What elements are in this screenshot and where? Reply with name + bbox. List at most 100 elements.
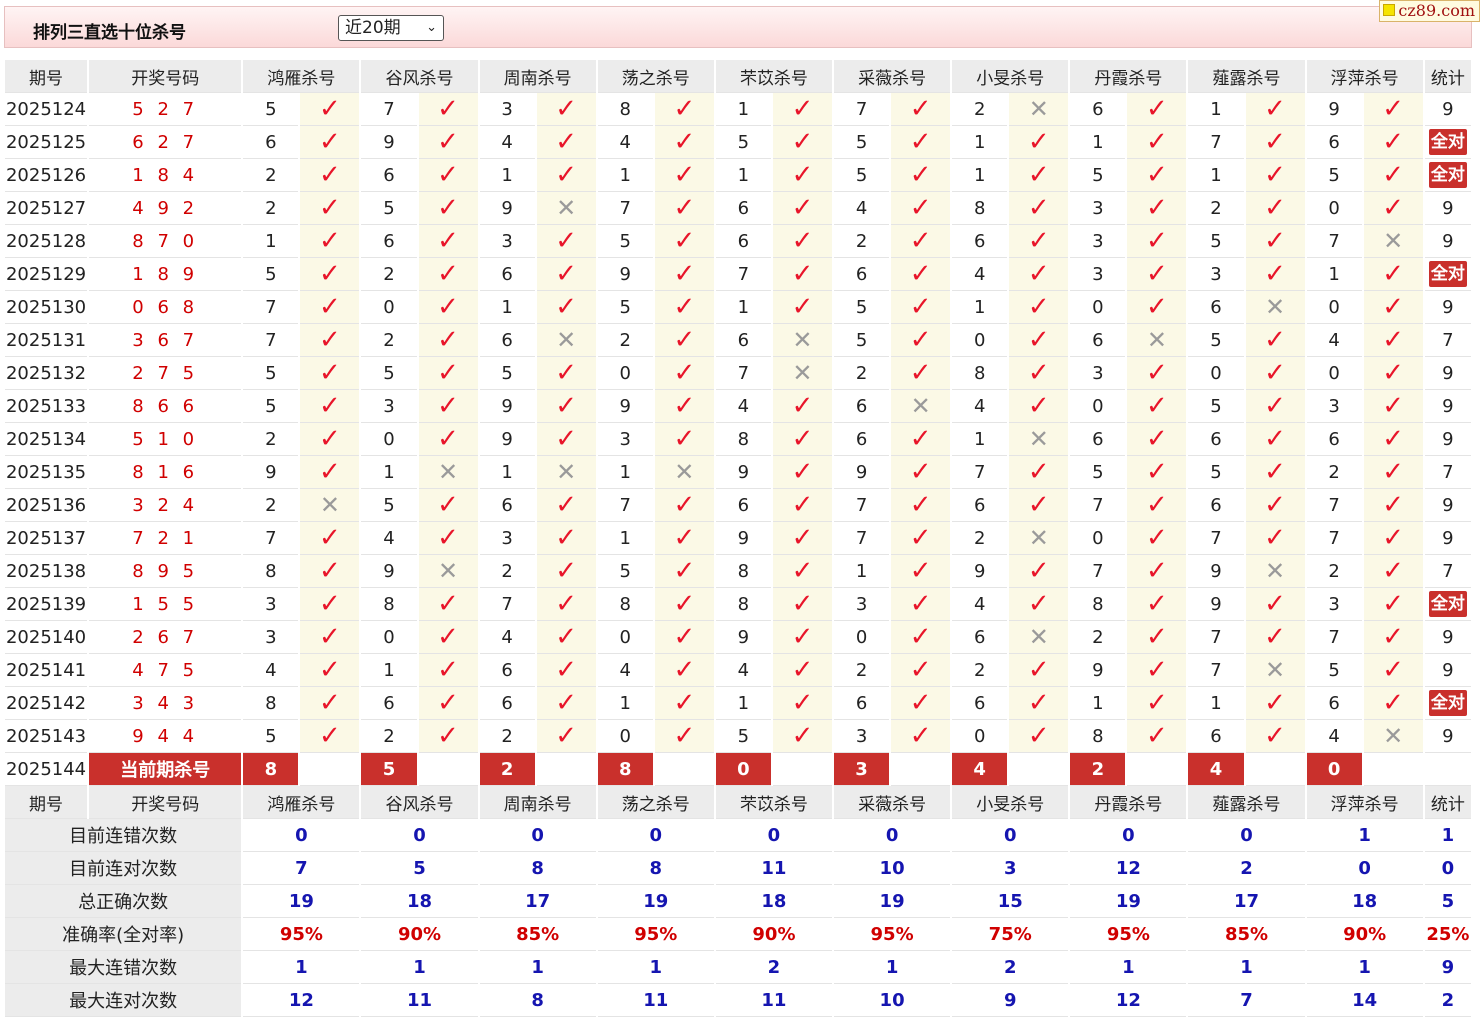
result-cell: ✓	[536, 621, 596, 654]
stats-value: 18	[1306, 885, 1423, 918]
result-cell: ✓	[418, 720, 478, 753]
kill-number-cell: 7	[1306, 489, 1362, 522]
result-cell: ✓	[1363, 621, 1423, 654]
kill-number-cell: 3	[834, 720, 890, 753]
stats-value: 95%	[834, 918, 951, 951]
col-header-expert[interactable]: 薤露杀号	[1188, 786, 1305, 819]
kill-number-cell: 6	[1306, 423, 1362, 456]
col-header-expert[interactable]: 鸿雁杀号	[243, 786, 360, 819]
check-icon: ✓	[1264, 424, 1286, 454]
result-cell: ✓	[1363, 687, 1423, 720]
stats-value: 0	[597, 819, 714, 852]
result-cell: ✓	[1245, 159, 1305, 192]
table-row: 2025124 5 2 7 5 ✓ 7 ✓ 3 ✓ 8 ✓ 1 ✓ 7 ✓ 2 ✕ 6 ✓ 1 ✓ 9 ✓ 9	[5, 93, 1471, 126]
check-icon: ✓	[1382, 490, 1405, 520]
cross-icon: ✕	[1264, 292, 1286, 321]
col-header-expert[interactable]: 周南杀号	[479, 60, 596, 93]
result-cell: ✓	[300, 456, 360, 489]
col-header-expert[interactable]: 薤露杀号	[1188, 60, 1305, 93]
result-cell: ✓	[536, 357, 596, 390]
stats-value: 1	[834, 951, 951, 984]
kill-number-cell: 1	[361, 456, 417, 489]
col-header-expert[interactable]: 荡之杀号	[597, 60, 714, 93]
result-cell: ✓	[1127, 192, 1187, 225]
col-header-expert[interactable]: 丹霞杀号	[1070, 786, 1187, 819]
col-header-expert[interactable]: 荡之杀号	[597, 786, 714, 819]
check-icon: ✓	[1027, 292, 1050, 322]
kill-number-cell: 6	[834, 423, 890, 456]
count-value: 9	[1442, 725, 1454, 747]
col-header-expert[interactable]: 采薇杀号	[834, 60, 951, 93]
kill-number-cell: 2	[243, 423, 299, 456]
stats-value: 11	[715, 984, 833, 1017]
kill-number-cell: 8	[361, 588, 417, 621]
stats-count-value: 2	[1424, 984, 1471, 1017]
check-icon: ✓	[1264, 127, 1286, 157]
check-icon: ✓	[673, 490, 696, 520]
col-header-expert[interactable]: 小旻杀号	[952, 60, 1069, 93]
result-cell: ✓	[1245, 423, 1305, 456]
col-header-expert[interactable]: 周南杀号	[479, 786, 596, 819]
check-icon: ✓	[437, 127, 459, 157]
col-header-expert[interactable]: 浮萍杀号	[1306, 786, 1423, 819]
col-header-expert[interactable]: 鸿雁杀号	[243, 60, 360, 93]
stats-value: 75%	[952, 918, 1069, 951]
result-cell: ✓	[891, 225, 951, 258]
col-header-expert[interactable]: 采薇杀号	[834, 786, 951, 819]
period-range-select[interactable]: 近20期 ⌄	[338, 15, 444, 41]
table-row: 2025130 0 6 8 7 ✓ 0 ✓ 1 ✓ 5 ✓ 1 ✓ 5 ✓ 1 ✓ 0 ✓ 6 ✕ 0 ✓ 9	[5, 291, 1471, 324]
result-cell: ✕	[772, 324, 833, 357]
result-cell: ✓	[772, 126, 833, 159]
cross-icon: ✕	[319, 490, 340, 519]
count-cell: 全对	[1424, 258, 1471, 291]
kill-number-cell: 5	[1188, 456, 1244, 489]
result-cell: ✓	[1009, 225, 1069, 258]
check-icon: ✓	[791, 391, 814, 421]
result-cell: ✓	[772, 687, 833, 720]
kill-number-cell: 5	[1070, 159, 1126, 192]
period-cell: 2025132	[5, 357, 88, 390]
kill-number-cell: 1	[1188, 159, 1244, 192]
kill-number-cell: 5	[1188, 324, 1244, 357]
col-header-expert[interactable]: 丹霞杀号	[1070, 60, 1187, 93]
result-cell: ✓	[418, 687, 478, 720]
col-header-expert[interactable]: 小旻杀号	[952, 786, 1069, 819]
col-header-expert[interactable]: 谷风杀号	[361, 786, 478, 819]
check-icon: ✓	[1146, 457, 1168, 487]
draw-number-cell: 9 4 4	[89, 720, 242, 753]
count-cell: 9	[1424, 522, 1471, 555]
result-cell: ✓	[772, 621, 833, 654]
kill-number-cell: 9	[715, 522, 771, 555]
kill-number-cell: 5	[361, 357, 417, 390]
draw-number-cell: 8 6 6	[89, 390, 242, 423]
result-cell: ✓	[891, 555, 951, 588]
result-cell: ✓	[1245, 621, 1305, 654]
result-cell: ✓	[1009, 126, 1069, 159]
col-header-expert[interactable]: 谷风杀号	[361, 60, 478, 93]
col-header-expert[interactable]: 芣苡杀号	[715, 60, 833, 93]
check-icon: ✓	[673, 589, 696, 619]
result-cell: ✓	[891, 654, 951, 687]
kill-number-cell: 4	[479, 621, 535, 654]
check-icon: ✓	[909, 523, 932, 553]
col-header-expert[interactable]: 芣苡杀号	[715, 786, 833, 819]
kill-number-cell: 7	[243, 522, 299, 555]
result-cell: ✓	[1245, 687, 1305, 720]
current-period-cell: 2025144	[5, 753, 88, 786]
result-cell: ✓	[891, 423, 951, 456]
stats-value: 8	[479, 984, 596, 1017]
period-cell: 2025128	[5, 225, 88, 258]
check-icon: ✓	[437, 259, 459, 289]
period-cell: 2025124	[5, 93, 88, 126]
col-header-expert[interactable]: 浮萍杀号	[1306, 60, 1423, 93]
result-cell: ✓	[1009, 357, 1069, 390]
count-value: 7	[1442, 329, 1454, 351]
table-row: 2025132 2 7 5 5 ✓ 5 ✓ 5 ✓ 0 ✓ 7 ✕ 2 ✓ 8 ✓ 3 ✓ 0 ✓ 0 ✓ 9	[5, 357, 1471, 390]
count-cell: 9	[1424, 390, 1471, 423]
all-correct-badge: 全对	[1428, 690, 1467, 716]
result-cell: ✓	[654, 720, 714, 753]
kill-number-cell: 3	[834, 588, 890, 621]
count-cell: 9	[1424, 357, 1471, 390]
period-cell: 2025129	[5, 258, 88, 291]
site-watermark[interactable]: cz89.com	[1379, 0, 1480, 22]
